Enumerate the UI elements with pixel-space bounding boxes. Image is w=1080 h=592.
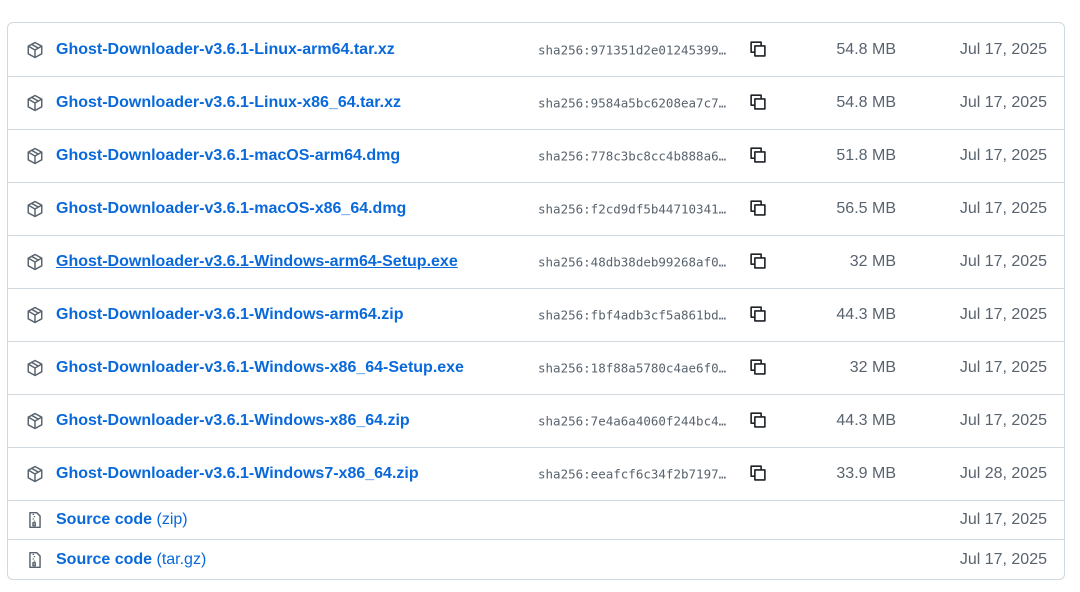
asset-size: 32 MB <box>849 359 896 376</box>
file-zip-icon <box>26 551 44 569</box>
asset-link[interactable]: Ghost-Downloader-v3.6.1-Windows-x86_64-S… <box>56 359 464 377</box>
asset-size: 32 MB <box>849 253 896 270</box>
asset-size: 44.3 MB <box>836 412 896 429</box>
asset-link[interactable]: Ghost-Downloader-v3.6.1-Windows-arm64-Se… <box>56 253 458 271</box>
copy-icon[interactable] <box>748 410 768 430</box>
asset-date: Jul 17, 2025 <box>959 147 1047 164</box>
asset-date: Jul 17, 2025 <box>959 306 1047 323</box>
source-code-date: Jul 17, 2025 <box>959 511 1047 528</box>
asset-date: Jul 28, 2025 <box>959 465 1047 482</box>
source-code-format: (tar.gz) <box>156 550 207 568</box>
copy-icon[interactable] <box>748 145 768 165</box>
source-code-zip-link[interactable]: Source code (zip) <box>56 511 188 529</box>
asset-sha256: sha256:fbf4adb3cf5a861bd… <box>538 307 727 323</box>
copy-icon[interactable] <box>748 251 768 271</box>
asset-size: 33.9 MB <box>836 465 896 482</box>
asset-row: Ghost-Downloader-v3.6.1-Windows-x86_64-S… <box>8 341 1064 394</box>
asset-sha256: sha256:971351d2e01245399… <box>538 42 727 57</box>
asset-size: 44.3 MB <box>836 306 896 323</box>
asset-row: Ghost-Downloader-v3.6.1-Windows-arm64.zi… <box>8 288 1064 341</box>
package-icon <box>26 359 44 377</box>
asset-row: Ghost-Downloader-v3.6.1-Windows7-x86_64.… <box>8 447 1064 500</box>
asset-link[interactable]: Ghost-Downloader-v3.6.1-Linux-x86_64.tar… <box>56 94 401 112</box>
source-code-row: Source code (zip) Jul 17, 2025 <box>8 500 1064 539</box>
asset-sha256: sha256:778c3bc8cc4b888a6… <box>538 148 727 164</box>
asset-size: 51.8 MB <box>836 147 896 164</box>
asset-row: Ghost-Downloader-v3.6.1-Linux-arm64.tar.… <box>8 23 1064 76</box>
package-icon <box>26 200 44 218</box>
copy-icon[interactable] <box>748 463 768 483</box>
asset-date: Jul 17, 2025 <box>959 40 1047 58</box>
asset-link[interactable]: Ghost-Downloader-v3.6.1-Linux-arm64.tar.… <box>56 41 395 59</box>
package-icon <box>26 306 44 324</box>
copy-icon[interactable] <box>748 357 768 377</box>
asset-size: 54.8 MB <box>836 94 896 111</box>
asset-row: Ghost-Downloader-v3.6.1-macOS-arm64.dmg … <box>8 129 1064 182</box>
asset-sha256: sha256:f2cd9df5b44710341… <box>538 201 727 217</box>
release-assets-list: Ghost-Downloader-v3.6.1-Linux-arm64.tar.… <box>7 22 1065 580</box>
asset-link[interactable]: Ghost-Downloader-v3.6.1-Windows7-x86_64.… <box>56 465 419 483</box>
asset-link[interactable]: Ghost-Downloader-v3.6.1-Windows-arm64.zi… <box>56 306 403 324</box>
asset-link[interactable]: Ghost-Downloader-v3.6.1-Windows-x86_64.z… <box>56 412 410 430</box>
package-icon <box>26 94 44 112</box>
copy-icon[interactable] <box>748 198 768 218</box>
source-code-format: (zip) <box>156 511 188 528</box>
asset-date: Jul 17, 2025 <box>959 412 1047 429</box>
asset-size: 56.5 MB <box>836 200 896 217</box>
copy-icon[interactable] <box>748 39 768 59</box>
asset-size: 54.8 MB <box>836 40 896 58</box>
asset-date: Jul 17, 2025 <box>959 253 1047 270</box>
package-icon <box>26 465 44 483</box>
asset-date: Jul 17, 2025 <box>959 94 1047 111</box>
package-icon <box>26 41 44 59</box>
file-zip-icon <box>26 511 44 529</box>
asset-sha256: sha256:9584a5bc6208ea7c7… <box>538 95 727 111</box>
asset-row: Ghost-Downloader-v3.6.1-macOS-x86_64.dmg… <box>8 182 1064 235</box>
asset-row: Ghost-Downloader-v3.6.1-Windows-x86_64.z… <box>8 394 1064 447</box>
asset-sha256: sha256:7e4a6a4060f244bc4… <box>538 413 727 429</box>
asset-date: Jul 17, 2025 <box>959 359 1047 376</box>
asset-sha256: sha256:18f88a5780c4ae6f0… <box>538 360 727 376</box>
package-icon <box>26 412 44 430</box>
source-code-row: Source code (tar.gz) Jul 17, 2025 <box>8 539 1064 579</box>
asset-link[interactable]: Ghost-Downloader-v3.6.1-macOS-x86_64.dmg <box>56 200 406 218</box>
asset-row: Ghost-Downloader-v3.6.1-Windows-arm64-Se… <box>8 235 1064 288</box>
package-icon <box>26 253 44 271</box>
source-code-date: Jul 17, 2025 <box>959 550 1047 568</box>
source-code-label: Source code <box>56 550 153 568</box>
source-code-label: Source code <box>56 511 153 528</box>
source-code-tar-link[interactable]: Source code (tar.gz) <box>56 551 206 569</box>
asset-row: Ghost-Downloader-v3.6.1-Linux-x86_64.tar… <box>8 76 1064 129</box>
asset-sha256: sha256:48db38deb99268af0… <box>538 254 727 270</box>
asset-link[interactable]: Ghost-Downloader-v3.6.1-macOS-arm64.dmg <box>56 147 400 165</box>
asset-date: Jul 17, 2025 <box>959 200 1047 217</box>
copy-icon[interactable] <box>748 92 768 112</box>
package-icon <box>26 147 44 165</box>
copy-icon[interactable] <box>748 304 768 324</box>
asset-sha256: sha256:eeafcf6c34f2b7197… <box>538 466 727 482</box>
